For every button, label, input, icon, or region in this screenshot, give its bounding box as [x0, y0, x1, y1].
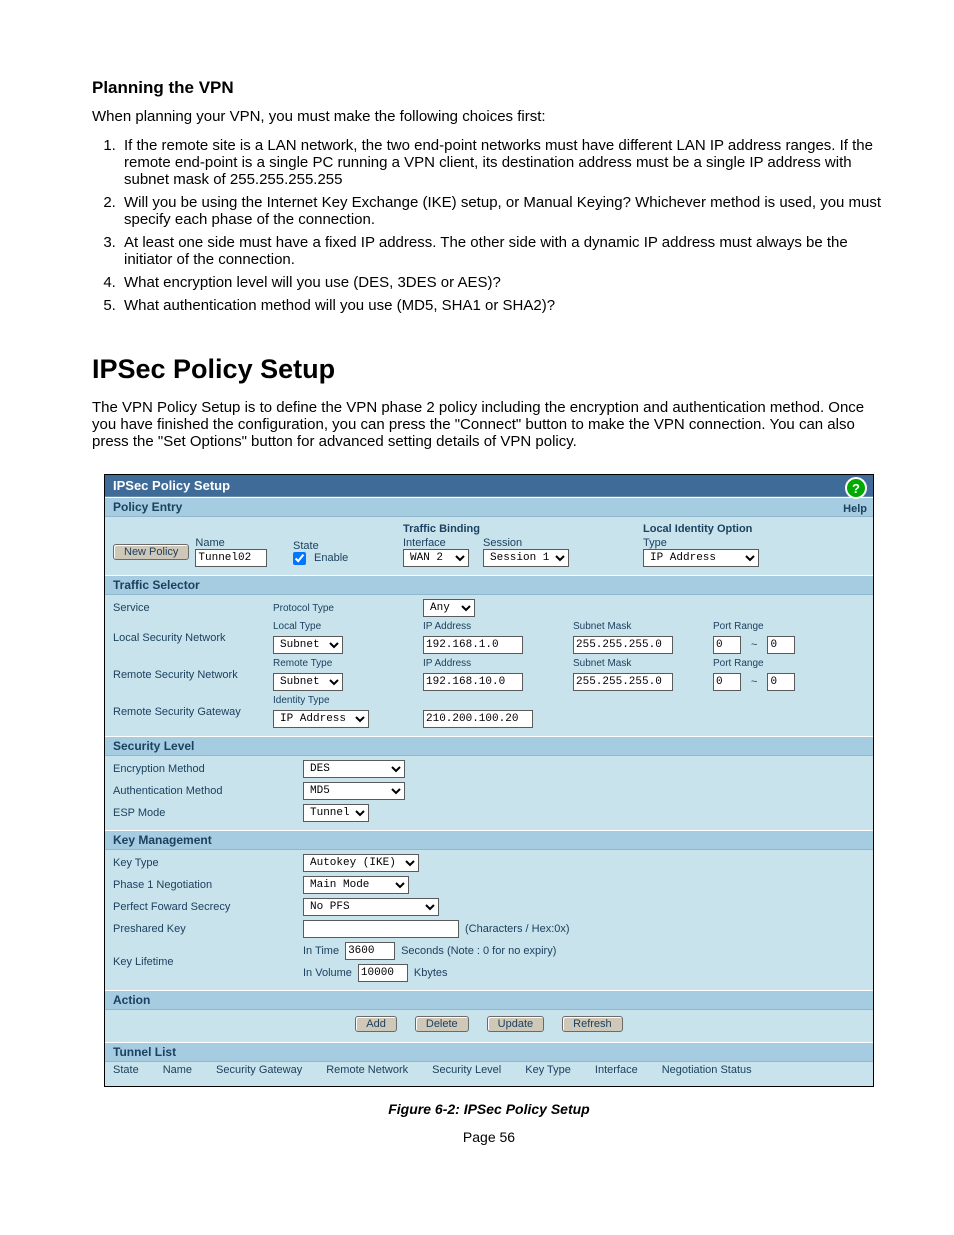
tunnel-col-name: Name	[163, 1064, 192, 1076]
auth-method-label: Authentication Method	[113, 785, 303, 797]
local-port-a-input[interactable]	[713, 636, 741, 654]
state-label: State	[293, 540, 403, 552]
tunnel-col-gateway: Security Gateway	[216, 1064, 302, 1076]
tunnel-col-negstatus: Negotiation Status	[662, 1064, 752, 1076]
remote-port-a-input[interactable]	[713, 673, 741, 691]
key-lifetime-label: Key Lifetime	[113, 956, 303, 968]
interface-label: Interface	[403, 537, 483, 549]
local-port-b-input[interactable]	[767, 636, 795, 654]
name-label: Name	[195, 537, 267, 549]
planning-list: If the remote site is a LAN network, the…	[92, 137, 886, 314]
pfs-label: Perfect Foward Secrecy	[113, 901, 303, 913]
list-item: If the remote site is a LAN network, the…	[120, 137, 886, 188]
tunnel-col-keytype: Key Type	[525, 1064, 571, 1076]
phase1-select[interactable]: Main Mode	[303, 876, 409, 894]
section-key-management: Key Management	[105, 830, 873, 850]
panel-title: IPSec Policy Setup	[113, 478, 230, 493]
add-button[interactable]: Add	[355, 1016, 397, 1032]
tunnel-col-state: State	[113, 1064, 139, 1076]
identity-type-label: Identity Type	[273, 695, 423, 706]
psk-label: Preshared Key	[113, 923, 303, 935]
local-ip-label: IP Address	[423, 621, 573, 632]
enable-checkbox[interactable]	[293, 552, 306, 565]
policy-name-input[interactable]	[195, 549, 267, 567]
key-type-select[interactable]: Autokey (IKE)	[303, 854, 419, 872]
remote-port-b-input[interactable]	[767, 673, 795, 691]
section-traffic-selector: Traffic Selector	[105, 575, 873, 595]
auth-method-select[interactable]: MD5	[303, 782, 405, 800]
figure-caption: Figure 6-2: IPSec Policy Setup	[92, 1101, 886, 1117]
encryption-select[interactable]: DES	[303, 760, 405, 778]
gateway-identity-select[interactable]: IP Address	[273, 710, 369, 728]
phase1-label: Phase 1 Negotiation	[113, 879, 303, 891]
planning-heading: Planning the VPN	[92, 78, 886, 98]
list-item: What encryption level will you use (DES,…	[120, 274, 886, 291]
remote-network-label: Remote Security Network	[113, 669, 273, 681]
traffic-binding-group: Traffic Binding	[403, 523, 643, 535]
ipsec-policy-screenshot: IPSec Policy Setup ? Help Policy Entry T…	[104, 474, 874, 1087]
encryption-label: Encryption Method	[113, 763, 303, 775]
remote-ip-label: IP Address	[423, 658, 573, 669]
esp-mode-select[interactable]: Tunnel	[303, 804, 369, 822]
session-label: Session	[483, 537, 643, 549]
section-action: Action	[105, 990, 873, 1010]
section-policy-entry: Policy Entry	[105, 497, 873, 517]
service-label: Service	[113, 602, 273, 614]
remote-type-label: Remote Type	[273, 658, 423, 669]
section-security-level: Security Level	[105, 736, 873, 756]
delete-button[interactable]: Delete	[415, 1016, 469, 1032]
local-identity-group: Local Identity Option	[643, 523, 843, 535]
key-type-label: Key Type	[113, 857, 303, 869]
help-icon[interactable]: ?	[845, 477, 867, 499]
session-select[interactable]: Session 1	[483, 549, 569, 567]
refresh-button[interactable]: Refresh	[562, 1016, 623, 1032]
local-mask-label: Subnet Mask	[573, 621, 713, 632]
in-time-unit: Seconds (Note : 0 for no expiry)	[401, 945, 556, 957]
update-button[interactable]: Update	[487, 1016, 544, 1032]
in-volume-unit: Kbytes	[414, 967, 448, 979]
local-type-label: Local Type	[273, 621, 423, 632]
list-item: What authentication method will you use …	[120, 297, 886, 314]
psk-note: (Characters / Hex:0x)	[465, 923, 570, 935]
remote-port-label: Port Range	[713, 658, 833, 669]
interface-select[interactable]: WAN 2	[403, 549, 469, 567]
remote-gateway-label: Remote Security Gateway	[113, 706, 273, 718]
local-mask-input[interactable]	[573, 636, 673, 654]
gateway-ip-input[interactable]	[423, 710, 533, 728]
tunnel-col-seclevel: Security Level	[432, 1064, 501, 1076]
page-number: Page 56	[92, 1129, 886, 1145]
esp-mode-label: ESP Mode	[113, 807, 303, 819]
list-item: At least one side must have a fixed IP a…	[120, 234, 886, 268]
tunnel-col-remote: Remote Network	[326, 1064, 408, 1076]
planning-intro: When planning your VPN, you must make th…	[92, 108, 886, 125]
new-policy-button[interactable]: New Policy	[113, 544, 189, 560]
identity-type-select[interactable]: IP Address	[643, 549, 759, 567]
remote-ip-input[interactable]	[423, 673, 523, 691]
local-type-select[interactable]: Subnet	[273, 636, 343, 654]
remote-mask-label: Subnet Mask	[573, 658, 713, 669]
type-label: Type	[643, 537, 843, 549]
remote-mask-input[interactable]	[573, 673, 673, 691]
pfs-select[interactable]: No PFS	[303, 898, 439, 916]
local-network-label: Local Security Network	[113, 632, 273, 644]
psk-input[interactable]	[303, 920, 459, 938]
local-port-label: Port Range	[713, 621, 833, 632]
ipsec-heading: IPSec Policy Setup	[92, 354, 886, 385]
section-tunnel-list: Tunnel List	[105, 1042, 873, 1062]
local-ip-input[interactable]	[423, 636, 523, 654]
enable-label: Enable	[314, 552, 348, 564]
protocol-type-select[interactable]: Any	[423, 599, 475, 617]
in-volume-input[interactable]	[358, 964, 408, 982]
in-time-input[interactable]	[345, 942, 395, 960]
in-volume-label: In Volume	[303, 967, 352, 979]
help-label: Help	[843, 503, 867, 515]
remote-type-select[interactable]: Subnet	[273, 673, 343, 691]
protocol-type-label: Protocol Type	[273, 603, 423, 614]
ipsec-desc: The VPN Policy Setup is to define the VP…	[92, 399, 886, 450]
in-time-label: In Time	[303, 945, 339, 957]
tunnel-col-interface: Interface	[595, 1064, 638, 1076]
list-item: Will you be using the Internet Key Excha…	[120, 194, 886, 228]
